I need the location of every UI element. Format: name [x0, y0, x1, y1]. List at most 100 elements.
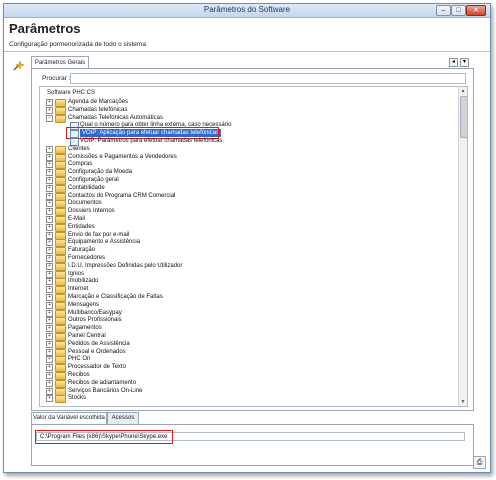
page-title: Parâmetros [9, 21, 81, 36]
tree-item-label: Faturação [68, 247, 96, 254]
tree-folder-item[interactable]: + Clientes [46, 145, 426, 154]
tree-item-label: Chamadas Telefónicas Automáticas [68, 114, 163, 121]
tree-folder-item[interactable]: + Documentos [46, 199, 426, 209]
minimize-button[interactable]: – [436, 5, 451, 16]
parameters-window: Parâmetros do Software – □ ✕ Parâmetros … [3, 3, 491, 473]
tree-folder-item[interactable]: + Agenda de Marcações [46, 98, 426, 107]
expand-icon[interactable]: + [46, 395, 53, 403]
maximize-button[interactable]: □ [451, 5, 466, 16]
tree-item-label: Outros Profissionais [68, 317, 122, 324]
collapse-icon[interactable]: − [46, 114, 53, 122]
close-button[interactable]: ✕ [466, 5, 486, 16]
tree-folder-item[interactable]: + Equipamento e Assistência [46, 238, 426, 248]
tree-item-label: Painel Central [68, 333, 106, 339]
tree-folder-item[interactable]: + Configuração da Moeda [46, 168, 426, 178]
parameters-tree: Software PHC CS + Agenda de Marcações + Cha… [39, 86, 468, 407]
tree-item-label: Imobilizado [68, 278, 99, 285]
tree-folder-item[interactable]: + Dossiers Internos [46, 207, 426, 217]
print-icon[interactable]: ⎙ [473, 456, 486, 469]
tree-item-label: Comissões e Pagamentos a Vendedores [68, 153, 177, 160]
tree-folder-item[interactable]: + Painel Central [46, 332, 426, 341]
tree-item-label: Mensagens [68, 301, 100, 308]
tree-item-label: E-Mail [68, 216, 86, 222]
tree-item-label: Recibos de adiantamento [68, 379, 137, 386]
tree-item-label: Pedidos de Assistência [68, 340, 130, 347]
tab-variable-value[interactable]: Valor da Variável escolhida [31, 412, 107, 424]
value-panel: C:\Program Files (x86)\Skype\Phone\Skype… [31, 424, 474, 466]
tree-item-label: Dossiers Internos [68, 208, 115, 215]
tree-item-label: Pessoal e Ordenados [68, 348, 126, 355]
tree-folder-item[interactable]: + Internet [46, 285, 426, 295]
tree-folder-item[interactable]: + Chamadas telefónicas [46, 106, 426, 115]
tree-folder-item[interactable]: + PHC On [46, 355, 426, 365]
tree-scrollbar[interactable]: ▲ ▼ [458, 87, 467, 406]
tree-folder-item[interactable]: + Processador de Texto [46, 363, 426, 373]
tree-folder-item[interactable]: + Outros Profissionais [46, 316, 426, 326]
tree-folder-item[interactable]: + E-Mail [46, 215, 426, 224]
tree-item-label: Configuração da Moeda [68, 169, 133, 176]
folder-icon [55, 395, 66, 404]
tree-item-label: Entidades [68, 223, 95, 230]
tree-item-label: Compras [68, 161, 93, 168]
header-divider [4, 51, 490, 52]
tree-folder-item[interactable]: + Compras [46, 160, 426, 170]
scroll-up-icon[interactable]: ▲ [459, 87, 467, 95]
tree-folder-item[interactable]: + Recibos [46, 371, 426, 380]
wizard-icon[interactable] [12, 60, 24, 72]
tree-item-label: Stocks [68, 395, 87, 402]
tree-item-label: Recibos [68, 372, 90, 378]
search-input[interactable] [70, 73, 466, 84]
tree-folder-item[interactable]: + Contabilidade [46, 184, 426, 193]
tree-folder-item[interactable]: − Chamadas Telefónicas Automáticas [46, 114, 426, 123]
search-label: Procurar : [42, 75, 71, 82]
tree-item-label: Marcação e Classificação de Faltas [68, 294, 163, 300]
tree-item-label: Documentos [68, 200, 102, 207]
tree-folder-item[interactable]: + Faturação [46, 246, 426, 256]
tree-item-label: Chamadas telefónicas [68, 106, 128, 113]
tree-leaf-item[interactable]: VOIP: Parâmetros para efetuar chamadas t… [70, 137, 450, 146]
tree-folder-item[interactable]: + Imobilizado [46, 277, 426, 287]
tree-folder-item[interactable]: + Pedidos de Assistência [46, 340, 426, 349]
page-subtitle: Configuração pormenorizada de todo o sis… [9, 41, 146, 48]
tree-folder-item[interactable]: + Comissões e Pagamentos a Vendedores [46, 153, 426, 162]
window-title: Parâmetros do Software [203, 5, 291, 14]
tree-item-label: Envio de fax por e-mail [68, 231, 130, 238]
tree-folder-item[interactable]: + I.D.U. Impressões Definidas pelo Utiliz… [46, 262, 426, 271]
tree-folder-item[interactable]: + Recibos de adiantamento [46, 379, 426, 388]
tree-item-label: Fornecedores [68, 255, 106, 261]
tree-folder-item[interactable]: + Envio de fax por e-mail [46, 231, 426, 240]
tree-folder-item[interactable]: + Fornecedores [46, 254, 426, 263]
tree-item-label: Multibanco/Easypay [68, 309, 122, 316]
parameters-panel: Procurar : Software PHC CS + Agenda de Ma… [31, 68, 474, 411]
tree-folder-item[interactable]: + Entidades [46, 223, 426, 232]
tree-item-label: PHC On [68, 356, 91, 363]
scroll-thumb[interactable] [460, 96, 467, 138]
title-bar: Parâmetros do Software – □ ✕ [4, 4, 490, 18]
tab-access[interactable]: Acessos [107, 412, 139, 424]
tree-folder-item[interactable]: + Pessoal e Ordenados [46, 348, 426, 357]
tab-pin-icon[interactable]: ◂ [449, 58, 458, 67]
tree-root-label: Software PHC CS [46, 90, 97, 96]
tree-item-label: Ignios [68, 270, 85, 277]
tree-folder-item[interactable]: + Stocks [46, 394, 426, 404]
tree-folder-item[interactable]: + Contactos do Programa CRM Comercial [46, 192, 426, 201]
tree-folder-item[interactable]: + Ignios [46, 270, 426, 279]
value-highlight-box [35, 430, 173, 444]
tree-folder-item[interactable]: + Marcação e Classificação de Faltas [46, 293, 426, 302]
tree-item-label: Processador de Texto [68, 364, 126, 371]
tree-folder-item[interactable]: + Configuração geral [46, 176, 426, 185]
tree-item-label: Configuração geral [68, 177, 119, 183]
tree-folder-item[interactable]: + Serviços Bancários On-Line [46, 387, 426, 396]
scroll-down-icon[interactable]: ▼ [459, 398, 467, 406]
tree-folder-item[interactable]: + Mensagens [46, 301, 426, 310]
tree-item-label: Contabilidade [68, 184, 105, 191]
tree-item-label: Serviços Bancários On-Line [68, 387, 143, 394]
tree-item-label: Internet [68, 286, 89, 293]
tree-item-label: Clientes [68, 145, 90, 152]
tree-folder-item[interactable]: + Pagamentos [46, 324, 426, 334]
tab-close-icon[interactable]: ▾ [460, 58, 469, 67]
tree-item-label: Agenda de Marcações [68, 99, 129, 105]
tree-folder-item[interactable]: + Multibanco/Easypay [46, 309, 426, 318]
tree-item-label: Pagamentos [68, 325, 102, 332]
tree-item-label: I.D.U. Impressões Definidas pelo Utiliza… [68, 262, 183, 269]
